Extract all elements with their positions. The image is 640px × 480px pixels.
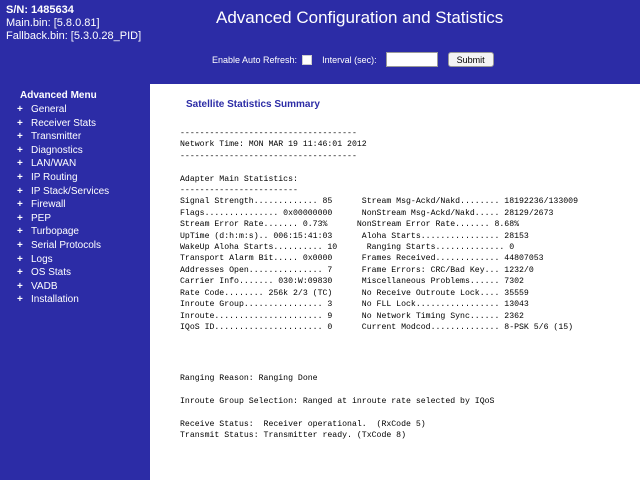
plus-icon: + xyxy=(17,144,23,156)
plus-icon: + xyxy=(17,267,23,279)
menu-item-lan-wan[interactable]: + LAN/WAN xyxy=(17,157,109,171)
menu-item-label: IP Routing xyxy=(31,171,78,183)
menu-item-label: OS Stats xyxy=(31,267,72,279)
menu-item-label: Transmitter xyxy=(31,131,82,143)
statistics-text: ------------------------------------ Net… xyxy=(180,129,578,332)
menu-item-diagnostics[interactable]: + Diagnostics xyxy=(17,144,109,158)
auto-refresh-form: Enable Auto Refresh: Interval (sec): Sub… xyxy=(212,52,494,67)
menu-item-label: Diagnostics xyxy=(31,144,83,156)
status-text: Ranging Reason: Ranging Done Inroute Gro… xyxy=(180,374,495,441)
plus-icon: + xyxy=(17,239,23,251)
interval-input[interactable] xyxy=(385,52,438,67)
plus-icon: + xyxy=(17,199,23,211)
content-panel: Satellite Statistics Summary -----------… xyxy=(150,84,640,480)
header: S/N: 1485634 Main.bin: [5.8.0.81] Fallba… xyxy=(0,0,640,84)
menu-item-vadb[interactable]: + VADB xyxy=(17,280,109,294)
plus-icon: + xyxy=(17,185,23,197)
menu-item-ip-stack-services[interactable]: + IP Stack/Services xyxy=(17,185,109,199)
menu-item-label: Firewall xyxy=(31,199,66,211)
menu-item-label: IP Stack/Services xyxy=(31,185,110,197)
plus-icon: + xyxy=(17,226,23,238)
menu-item-os-stats[interactable]: + OS Stats xyxy=(17,266,109,280)
menu-item-logs[interactable]: + Logs xyxy=(17,253,109,267)
menu-item-installation[interactable]: + Installation xyxy=(17,293,109,307)
menu-item-ip-routing[interactable]: + IP Routing xyxy=(17,171,109,185)
main-bin-version: Main.bin: [5.8.0.81] xyxy=(6,17,100,29)
menu-item-pep[interactable]: + PEP xyxy=(17,212,109,226)
serial-number: S/N: 1485634 xyxy=(6,4,74,16)
plus-icon: + xyxy=(17,280,23,292)
plus-icon: + xyxy=(17,212,23,224)
plus-icon: + xyxy=(17,104,23,115)
menu-item-label: Installation xyxy=(31,294,79,306)
menu-item-label: Turbopage xyxy=(31,226,79,238)
plus-icon: + xyxy=(17,171,23,183)
menu-item-label: PEP xyxy=(31,212,52,224)
menu-item-transmitter[interactable]: + Transmitter xyxy=(17,130,109,144)
plus-icon: + xyxy=(17,253,23,265)
submit-button[interactable]: Submit xyxy=(447,52,494,67)
interval-label: Interval (sec): xyxy=(322,54,377,65)
page-title: Advanced Configuration and Statistics xyxy=(216,8,504,27)
menu-item-label: LAN/WAN xyxy=(31,158,77,170)
auto-refresh-checkbox[interactable] xyxy=(302,54,313,65)
menu-item-general[interactable]: + General xyxy=(17,103,109,117)
menu-item-firewall[interactable]: + Firewall xyxy=(17,198,109,212)
menu-item-receiver-stats[interactable]: + Receiver Stats xyxy=(17,117,109,131)
menu-item-label: Logs xyxy=(31,253,53,265)
menu-item-label: VADB xyxy=(31,280,58,292)
plus-icon: + xyxy=(17,294,23,306)
plus-icon: + xyxy=(17,117,23,129)
fallback-bin-version: Fallback.bin: [5.3.0.28_PID] xyxy=(6,30,142,42)
section-title: Satellite Statistics Summary xyxy=(186,99,320,110)
menu-item-label: Serial Protocols xyxy=(31,239,102,251)
plus-icon: + xyxy=(17,158,23,170)
menu-title: Advanced Menu xyxy=(20,90,97,101)
plus-icon: + xyxy=(17,131,23,143)
menu-item-label: Receiver Stats xyxy=(31,117,97,129)
device-info: S/N: 1485634 Main.bin: [5.8.0.81] Fallba… xyxy=(6,4,141,43)
menu-item-turbopage[interactable]: + Turbopage xyxy=(17,225,109,239)
auto-refresh-label: Enable Auto Refresh: xyxy=(212,54,298,65)
menu-item-label: General xyxy=(31,104,67,115)
menu-list: + General + Receiver Stats + Transmitter + D… xyxy=(17,103,109,307)
menu-item-serial-protocols[interactable]: + Serial Protocols xyxy=(17,239,109,253)
